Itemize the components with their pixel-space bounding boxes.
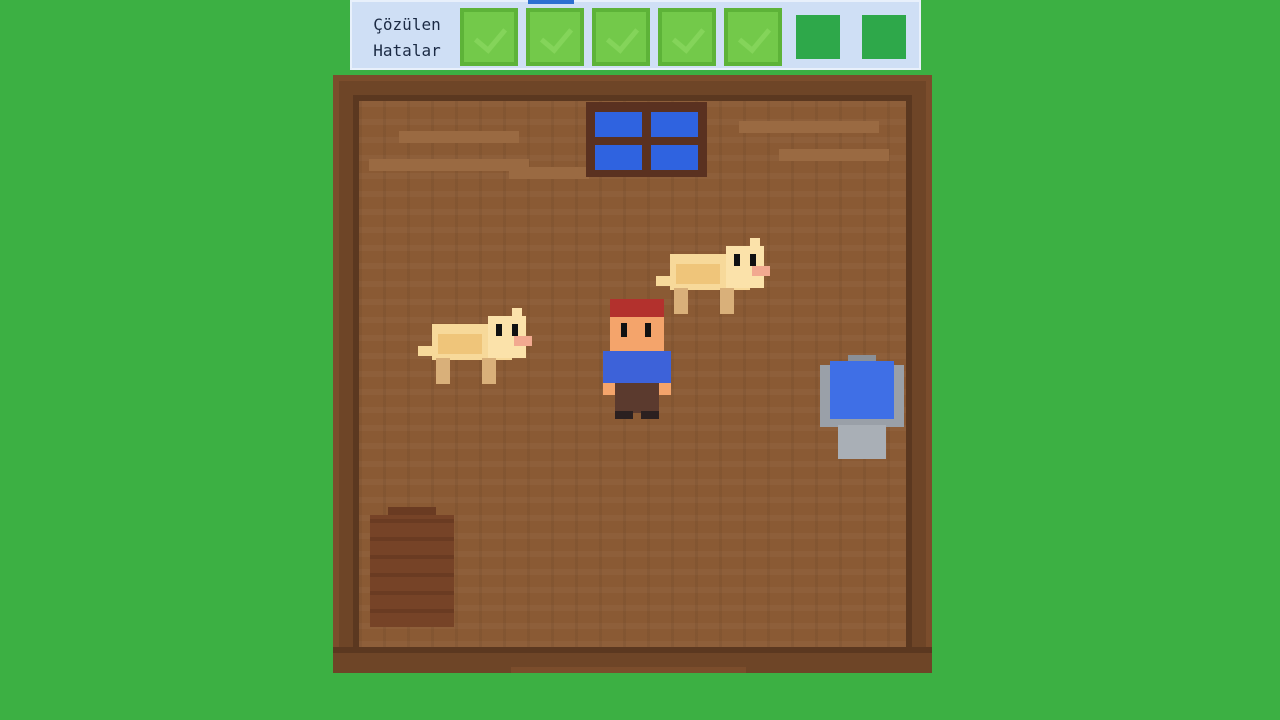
farmer-shirt bbox=[603, 351, 671, 385]
window-pane bbox=[651, 145, 698, 170]
farmer-boot bbox=[615, 411, 633, 419]
farmer-boot bbox=[641, 411, 659, 419]
bucket-base bbox=[838, 425, 886, 459]
cow-spot bbox=[676, 264, 720, 284]
bug-slot-solved bbox=[658, 8, 716, 66]
cow[interactable] bbox=[414, 306, 534, 391]
bugs-fixed-label-line1: Çözülen bbox=[373, 15, 441, 34]
window-pane bbox=[595, 145, 642, 170]
farmer-face bbox=[610, 317, 664, 351]
cow-nose bbox=[514, 336, 532, 346]
cow-leg bbox=[482, 358, 496, 384]
farmer-hand bbox=[659, 383, 671, 395]
bug-slot-unsolved bbox=[862, 15, 906, 59]
farmer-pants bbox=[615, 383, 659, 413]
bugs-fixed-panel: Çözülen Hatalar bbox=[350, 0, 921, 70]
doorway-right bbox=[746, 647, 932, 673]
farmer-eye bbox=[645, 323, 651, 337]
cow-leg bbox=[674, 288, 688, 314]
bug-slot-solved bbox=[526, 8, 584, 66]
farmer-eye bbox=[621, 323, 627, 337]
water-bucket[interactable] bbox=[820, 355, 904, 459]
bug-slot-solved bbox=[460, 8, 518, 66]
doorway-left bbox=[333, 647, 511, 673]
window-pane bbox=[651, 112, 698, 137]
cow-eye bbox=[750, 254, 756, 266]
cow-leg bbox=[436, 358, 450, 384]
cow-eye bbox=[512, 324, 518, 336]
cow-ear bbox=[512, 308, 522, 318]
stairs[interactable] bbox=[370, 507, 454, 627]
bugs-fixed-label-line2: Hatalar bbox=[373, 41, 441, 60]
cow-leg bbox=[720, 288, 734, 314]
window-pane bbox=[595, 112, 642, 137]
farmer-player[interactable] bbox=[601, 299, 673, 421]
cow-eye bbox=[734, 254, 740, 266]
window bbox=[586, 102, 707, 177]
farmer-hand bbox=[603, 383, 615, 395]
bug-slot-solved bbox=[724, 8, 782, 66]
cow-eye bbox=[496, 324, 502, 336]
cow-nose bbox=[752, 266, 770, 276]
bucket-water bbox=[830, 361, 894, 419]
cow-spot bbox=[438, 334, 482, 354]
cow-ear bbox=[750, 238, 760, 248]
bugs-fixed-label: Çözülen Hatalar bbox=[360, 12, 454, 64]
hud-tab-accent bbox=[528, 0, 574, 4]
bug-slot-unsolved bbox=[796, 15, 840, 59]
bug-slot-solved bbox=[592, 8, 650, 66]
